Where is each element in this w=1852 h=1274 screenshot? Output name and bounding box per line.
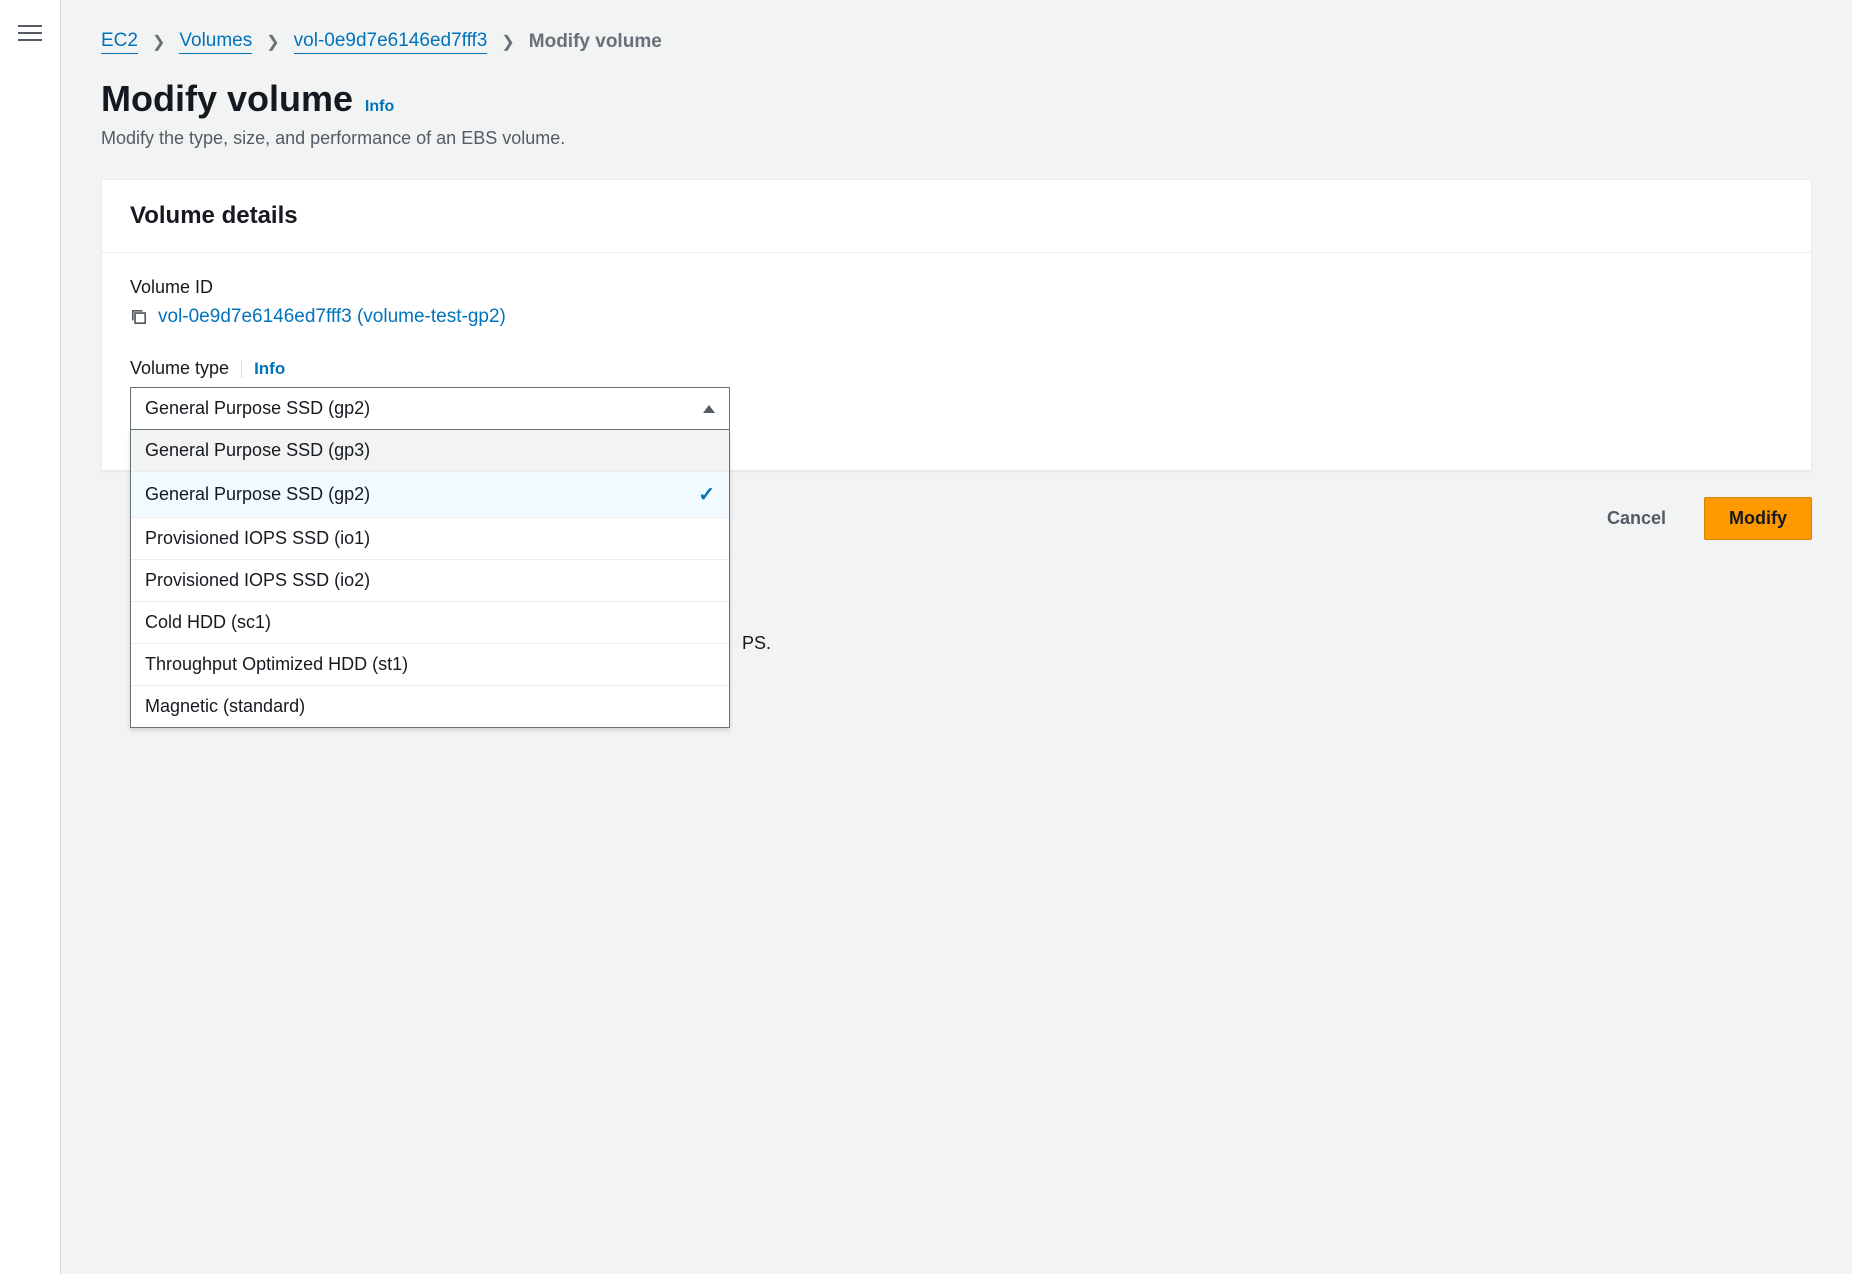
- option-label: Magnetic (standard): [145, 696, 305, 717]
- option-label: Provisioned IOPS SSD (io1): [145, 528, 370, 549]
- volume-type-label: Volume type: [130, 358, 229, 379]
- volume-type-option[interactable]: Magnetic (standard): [131, 686, 729, 727]
- info-link[interactable]: Info: [365, 98, 394, 115]
- panel-title: Volume details: [130, 202, 1783, 230]
- modify-button[interactable]: Modify: [1704, 497, 1812, 540]
- volume-type-option[interactable]: Provisioned IOPS SSD (io1): [131, 518, 729, 560]
- breadcrumb-ec2[interactable]: EC2: [101, 30, 138, 54]
- menu-icon[interactable]: [18, 20, 42, 1274]
- truncated-text: PS.: [742, 633, 771, 654]
- option-label: General Purpose SSD (gp3): [145, 440, 370, 461]
- volume-type-info-link[interactable]: Info: [254, 359, 285, 379]
- volume-id-link[interactable]: vol-0e9d7e6146ed7fff3 (volume-test-gp2): [158, 306, 506, 328]
- breadcrumb: EC2 ❯ Volumes ❯ vol-0e9d7e6146ed7fff3 ❯ …: [101, 30, 1812, 54]
- option-label: Throughput Optimized HDD (st1): [145, 654, 408, 675]
- volume-type-option[interactable]: Cold HDD (sc1): [131, 602, 729, 644]
- volume-type-option[interactable]: General Purpose SSD (gp2) ✓: [131, 472, 729, 518]
- volume-type-option[interactable]: Provisioned IOPS SSD (io2): [131, 560, 729, 602]
- volume-id-label: Volume ID: [130, 277, 1783, 298]
- chevron-right-icon: ❯: [501, 32, 514, 52]
- breadcrumb-volumes[interactable]: Volumes: [179, 30, 252, 54]
- option-label: Provisioned IOPS SSD (io2): [145, 570, 370, 591]
- check-icon: ✓: [698, 482, 715, 507]
- chevron-right-icon: ❯: [152, 32, 165, 52]
- volume-type-option[interactable]: Throughput Optimized HDD (st1): [131, 644, 729, 686]
- volume-type-select[interactable]: General Purpose SSD (gp2): [130, 387, 730, 430]
- option-label: Cold HDD (sc1): [145, 612, 271, 633]
- volume-type-option[interactable]: General Purpose SSD (gp3): [131, 430, 729, 472]
- breadcrumb-volume-id[interactable]: vol-0e9d7e6146ed7fff3: [294, 30, 488, 54]
- option-label: General Purpose SSD (gp2): [145, 484, 370, 505]
- page-title: Modify volume: [101, 78, 353, 119]
- volume-details-panel: Volume details Volume ID vol-0e9d7e6146e…: [101, 179, 1812, 471]
- chevron-right-icon: ❯: [266, 32, 279, 52]
- caret-up-icon: [703, 405, 715, 413]
- copy-icon[interactable]: [130, 308, 148, 326]
- volume-type-selected: General Purpose SSD (gp2): [145, 398, 370, 419]
- cancel-button[interactable]: Cancel: [1583, 497, 1690, 540]
- volume-type-dropdown: General Purpose SSD (gp3) General Purpose…: [130, 430, 730, 728]
- breadcrumb-current: Modify volume: [529, 31, 662, 53]
- page-subtitle: Modify the type, size, and performance o…: [101, 128, 1812, 149]
- divider: [241, 360, 242, 378]
